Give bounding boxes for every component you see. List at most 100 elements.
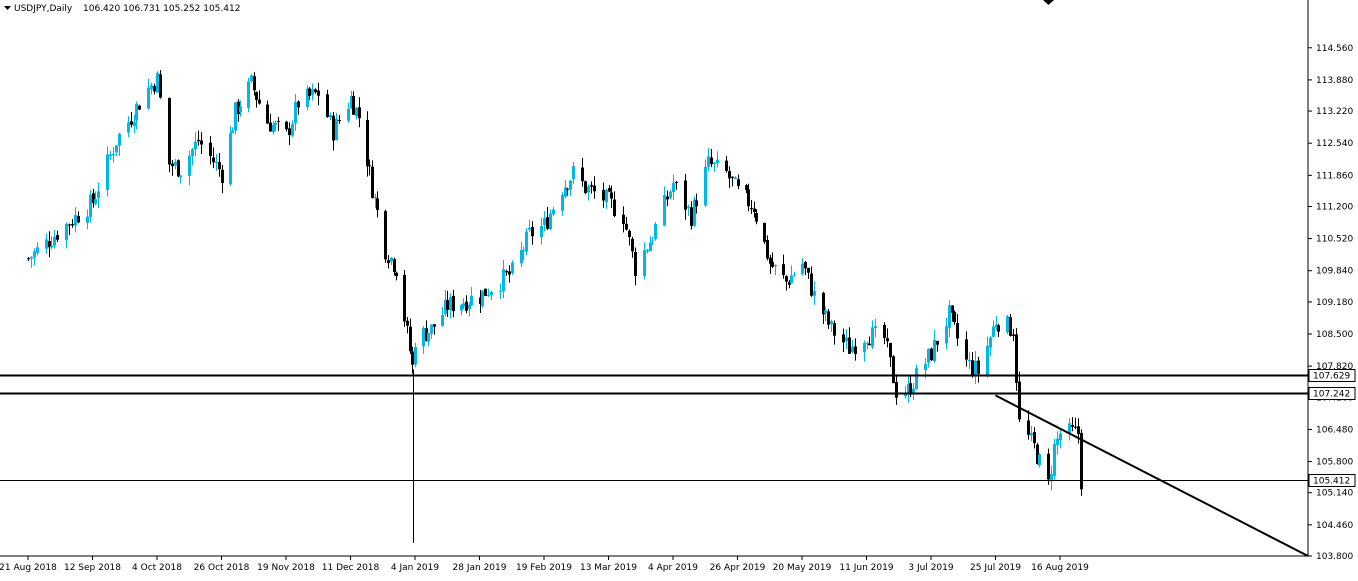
candle-bull-body: [150, 85, 153, 90]
candle-bear-body: [936, 340, 939, 345]
chart[interactable]: 114.560 113.880 113.220 112.540 111.860 111.2…: [0, 0, 1358, 577]
candle-bear-body: [168, 97, 171, 165]
candle-bear-body: [269, 122, 272, 132]
candle-bear-body: [159, 74, 162, 98]
candle-bull-body: [1030, 433, 1033, 436]
candle-bull-body: [654, 224, 657, 240]
candle-bear-body: [755, 212, 758, 222]
price-tick-label: 105.140: [1316, 489, 1353, 499]
candle-bull-body: [112, 154, 115, 156]
candle-bear-body: [56, 235, 59, 240]
candle-bear-body: [804, 261, 807, 269]
candle-bull-body: [986, 345, 989, 376]
candle-bear-body: [634, 252, 637, 276]
candle-bull-body: [147, 87, 150, 109]
candle-bull-body: [989, 337, 992, 348]
candle-bull-body: [133, 122, 136, 127]
candle-bear-body: [771, 261, 774, 267]
candle-bull-body: [470, 295, 473, 306]
candle-bull-body: [915, 368, 918, 389]
level-price-label: 105.412: [1313, 477, 1350, 487]
price-tick-label: 111.860: [1316, 171, 1353, 181]
price-tick-label: 109.180: [1316, 298, 1353, 308]
candle-bull-body: [215, 161, 218, 163]
candle-bear-body: [737, 179, 740, 187]
candle-bear-body: [684, 180, 687, 210]
candle-bull-body: [311, 88, 314, 96]
candle-bull-body: [45, 239, 48, 249]
candle-bear-body: [218, 162, 221, 170]
candle-bull-body: [605, 189, 608, 203]
candle-bear-body: [581, 167, 584, 182]
candle-bull-body: [135, 103, 138, 121]
time-tick-label: 4 Apr 2019: [648, 563, 698, 573]
candle-bull-body: [115, 145, 118, 153]
candle-bull-body: [643, 250, 646, 276]
candle-bull-body: [355, 107, 358, 117]
candle-bull-body: [250, 75, 253, 82]
candle-bear-body: [593, 185, 596, 192]
candle-bull-body: [649, 242, 652, 252]
candle-bear-body: [508, 271, 511, 275]
candle-bear-body: [883, 324, 886, 338]
candle-bear-body: [288, 128, 291, 136]
candle-bull-body: [291, 123, 294, 136]
candle-bear-body: [352, 96, 355, 115]
candle-bull-body: [525, 231, 528, 252]
price-chart-svg[interactable]: 114.560 113.880 113.220 112.540 111.860 111.2…: [0, 0, 1358, 577]
candle-bear-body: [590, 185, 593, 187]
level-price-label: 107.242: [1313, 390, 1350, 400]
candle-bull-body: [194, 141, 197, 150]
candle-bear-body: [690, 207, 693, 227]
candle-bull-body: [422, 328, 425, 347]
time-tick-label: 21 Aug 2018: [0, 563, 57, 573]
candle-bear-body: [27, 258, 30, 260]
time-tick-label: 13 Mar 2019: [580, 563, 637, 573]
candle-bear-body: [446, 300, 449, 310]
candle-bull-body: [231, 130, 234, 134]
candle-bull-body: [106, 154, 109, 190]
candle-bear-body: [1033, 432, 1036, 444]
chart-background: [0, 0, 1358, 577]
candle-bear-body: [253, 76, 256, 91]
candle-bull-body: [713, 162, 716, 164]
candle-bull-body: [707, 156, 710, 167]
candle-bull-body: [540, 225, 543, 237]
candle-bull-body: [851, 346, 854, 353]
candle-bear-body: [725, 160, 728, 171]
candle-bear-body: [1012, 334, 1015, 336]
candle-bear-body: [1077, 426, 1080, 435]
candle-bear-body: [956, 323, 959, 339]
candle-bull-body: [36, 247, 39, 253]
candle-bull-body: [156, 72, 159, 93]
candle-bull-body: [774, 264, 777, 267]
candle-bear-body: [546, 217, 549, 229]
candle-bear-body: [631, 238, 634, 252]
candle-bull-body: [74, 215, 77, 226]
candle-bear-body: [745, 185, 748, 190]
candle-bear-body: [753, 208, 756, 212]
candle-bull-body: [549, 213, 552, 230]
time-tick-label: 20 May 2019: [773, 563, 832, 573]
candle-bull-body: [1038, 454, 1041, 466]
candle-bull-body: [490, 292, 493, 296]
candle-bull-body: [294, 101, 297, 124]
candle-bull-body: [33, 251, 36, 258]
candle-bear-body: [255, 92, 258, 100]
candle-bear-body: [403, 274, 406, 322]
candle-bull-body: [374, 197, 377, 199]
candle-bear-body: [750, 207, 753, 209]
price-tick-label: 112.540: [1316, 139, 1353, 149]
candle-bear-body: [610, 192, 613, 199]
candle-bear-body: [308, 88, 311, 96]
candle-bear-body: [953, 311, 956, 323]
price-tick-label: 113.220: [1316, 107, 1353, 117]
time-tick-label: 19 Feb 2019: [516, 563, 572, 573]
candle-bull-body: [1053, 443, 1056, 476]
candle-bull-body: [274, 122, 277, 125]
candle-bull-body: [552, 209, 555, 215]
time-tick-label: 3 Jul 2019: [908, 563, 953, 573]
candle-bear-body: [77, 216, 80, 223]
candle-bull-body: [945, 326, 948, 344]
candle-bull-body: [687, 206, 690, 209]
